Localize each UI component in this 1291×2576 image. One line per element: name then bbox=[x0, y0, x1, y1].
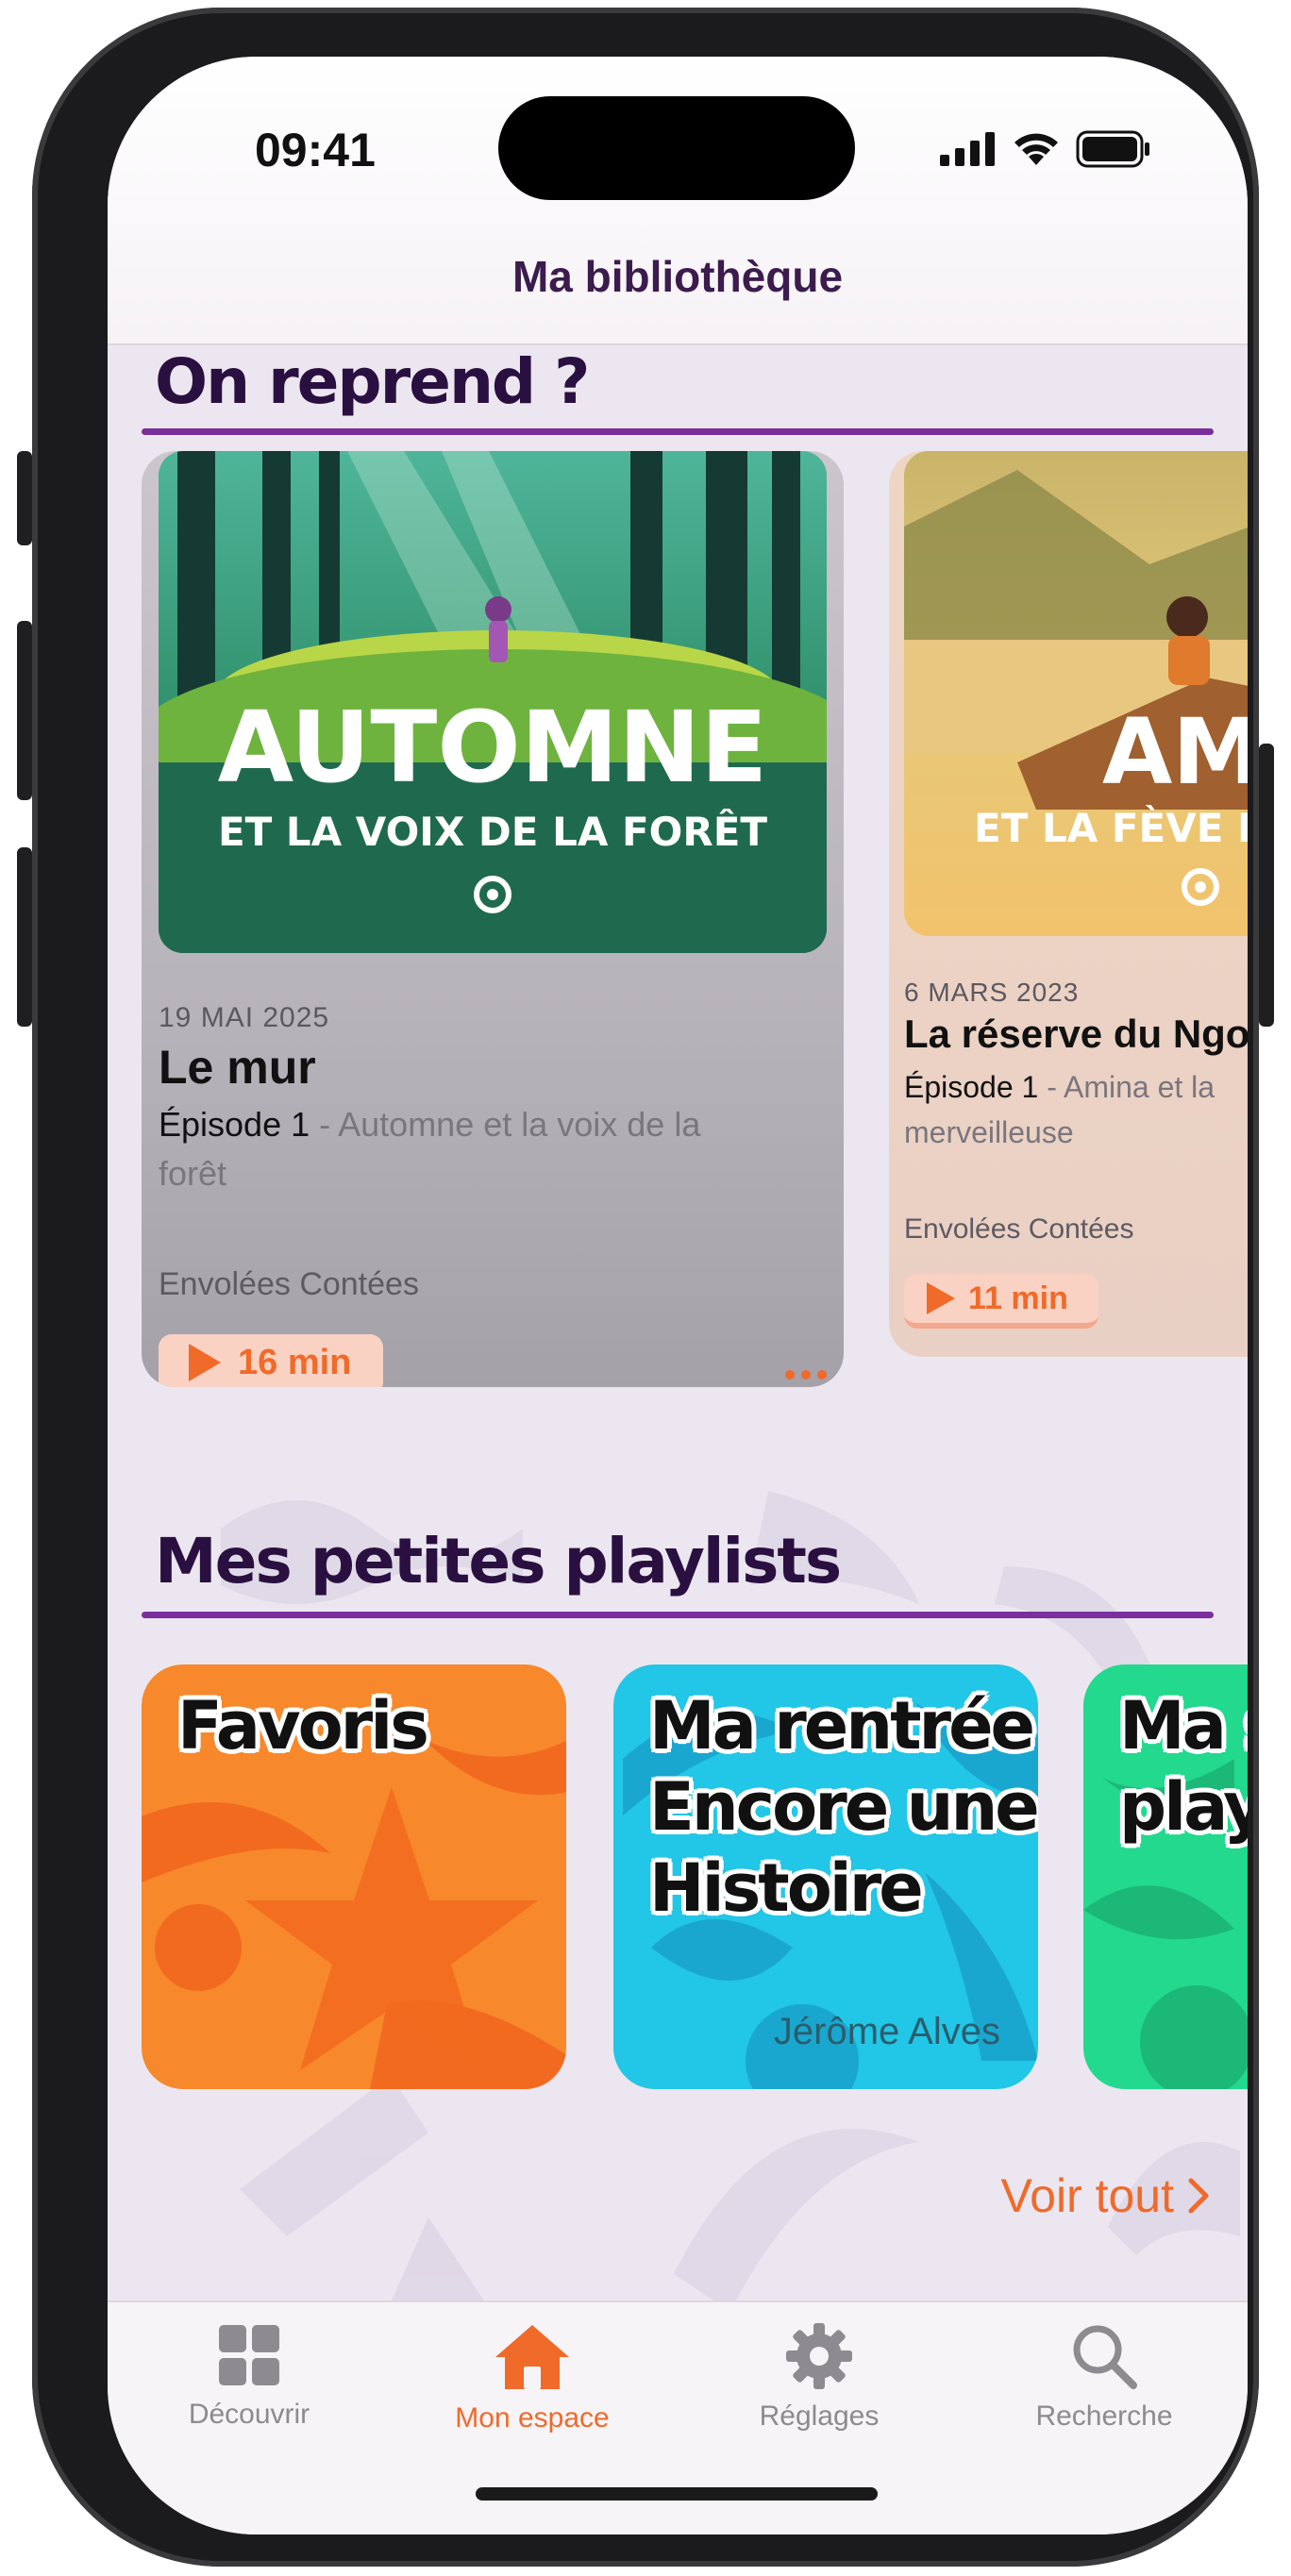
resume-section-title: On reprend ? bbox=[155, 345, 590, 418]
tab-reglages[interactable]: Réglages bbox=[678, 2321, 961, 2433]
episode-author: Envolées Contées bbox=[904, 1213, 1134, 1245]
play-button[interactable]: 16 min bbox=[159, 1334, 383, 1387]
playlist-card-third[interactable]: Ma s play bbox=[1083, 1664, 1248, 2089]
see-all-link[interactable]: Voir tout bbox=[1001, 2168, 1210, 2223]
cover-subtitle: ET LA FÈVE MERV bbox=[974, 804, 1248, 851]
episode-title: Le mur bbox=[159, 1041, 316, 1094]
playlist-title: Favoris bbox=[177, 1687, 429, 1765]
action-button bbox=[17, 451, 32, 545]
cover-title: AMIN bbox=[1102, 699, 1248, 805]
episode-date: 19 MAI 2025 bbox=[159, 1002, 330, 1033]
volume-up-button bbox=[17, 621, 32, 800]
episode-date: 6 MARS 2023 bbox=[904, 978, 1080, 1007]
episode-card[interactable]: AUTOMNE ET LA VOIX DE LA FORÊT 19 MAI 20… bbox=[142, 451, 844, 1387]
cover-subtitle: ET LA VOIX DE LA FORÊT bbox=[218, 808, 767, 855]
playlists-section-title: Mes petites playlists bbox=[155, 1525, 842, 1597]
episode-number: Épisode 1 bbox=[904, 1070, 1039, 1104]
tab-label: Recherche bbox=[1035, 2400, 1173, 2432]
gear-icon bbox=[786, 2323, 852, 2389]
play-icon bbox=[189, 1344, 221, 1381]
playlist-title: Ma rentrée Encore une Histoire bbox=[649, 1687, 1038, 1927]
play-icon bbox=[927, 1282, 955, 1314]
savanna-illustration: AMIN ET LA FÈVE MERV bbox=[904, 451, 1248, 936]
playlists-section-underline bbox=[142, 1612, 1214, 1618]
episode-description: Épisode 1 - Automne et la voix de la for… bbox=[159, 1100, 763, 1198]
see-all-label: Voir tout bbox=[1000, 2169, 1174, 2222]
episode-cover: AUTOMNE ET LA VOIX DE LA FORÊT bbox=[159, 451, 827, 953]
play-button[interactable]: 11 min bbox=[904, 1274, 1098, 1329]
status-icons bbox=[940, 130, 1151, 168]
playlist-title: Ma s play bbox=[1119, 1687, 1248, 1846]
screen: 09:41 Ma bibliothèque On reprend ? AUTOM… bbox=[108, 57, 1248, 2534]
battery-icon bbox=[1076, 130, 1149, 168]
episode-description: Épisode 1 - Amina et la merveilleuse bbox=[904, 1064, 1248, 1155]
episode-cover: AMIN ET LA FÈVE MERV bbox=[904, 451, 1248, 936]
resume-section-underline bbox=[142, 428, 1214, 435]
side-button bbox=[1259, 744, 1274, 1027]
tab-recherche[interactable]: Recherche bbox=[963, 2321, 1246, 2433]
status-time: 09:41 bbox=[255, 124, 376, 176]
cellular-signal-icon bbox=[940, 132, 995, 166]
search-icon bbox=[1073, 2325, 1137, 2389]
playlist-author: Jérôme Alves bbox=[773, 2011, 1000, 2052]
cover-title: AUTOMNE bbox=[218, 690, 768, 805]
episode-title: La réserve du Ngo bbox=[904, 1012, 1248, 1056]
episode-author: Envolées Contées bbox=[159, 1266, 419, 1302]
grid-icon bbox=[219, 2325, 279, 2385]
episode-card[interactable]: AMIN ET LA FÈVE MERV 6 MARS 2023 La rése… bbox=[889, 451, 1248, 1357]
tab-mon-espace[interactable]: Mon espace bbox=[391, 2321, 674, 2434]
more-options-icon[interactable] bbox=[785, 1370, 827, 1380]
wifi-icon bbox=[1014, 133, 1058, 165]
navigation-bar: 09:41 Ma bibliothèque bbox=[108, 57, 1248, 345]
dynamic-island bbox=[498, 96, 855, 200]
phone-frame: 09:41 Ma bibliothèque On reprend ? AUTOM… bbox=[17, 8, 1274, 2567]
playlist-card-favoris[interactable]: Favoris bbox=[142, 1664, 566, 2089]
chevron-right-icon bbox=[1188, 2178, 1209, 2214]
page-title: Ma bibliothèque bbox=[511, 252, 844, 301]
tab-label: Réglages bbox=[759, 2400, 880, 2432]
tab-label: Découvrir bbox=[188, 2399, 310, 2430]
volume-down-button bbox=[17, 847, 32, 1027]
home-indicator[interactable] bbox=[476, 2487, 878, 2501]
tab-label: Mon espace bbox=[455, 2402, 610, 2434]
playlist-card-ma-rentree[interactable]: Ma rentrée Encore une Histoire Jérôme Al… bbox=[613, 1664, 1038, 2089]
episode-number: Épisode 1 bbox=[159, 1105, 310, 1144]
tab-decouvrir[interactable]: Découvrir bbox=[108, 2321, 391, 2431]
play-duration: 16 min bbox=[238, 1342, 352, 1382]
play-duration: 11 min bbox=[968, 1280, 1068, 1316]
forest-illustration: AUTOMNE ET LA VOIX DE LA FORÊT bbox=[159, 451, 827, 953]
house-icon bbox=[495, 2325, 569, 2389]
